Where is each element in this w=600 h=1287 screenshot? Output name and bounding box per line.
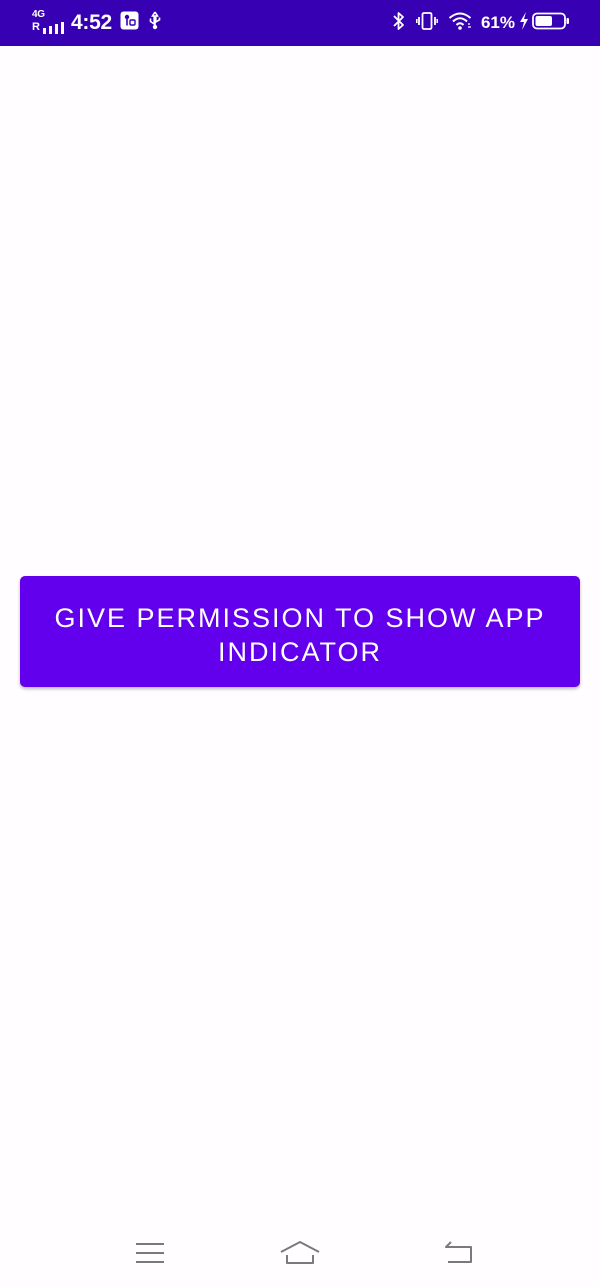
bluetooth-icon xyxy=(392,11,406,36)
status-bar: 4G R 4:52 61% xyxy=(0,0,600,46)
battery-percent: 61% xyxy=(480,13,515,32)
vibrate-icon xyxy=(416,11,438,36)
vpn-key-notification-icon xyxy=(120,11,139,35)
main-content: GIVE PERMISSION TO SHOW APP INDICATOR xyxy=(0,46,600,1231)
status-bar-left: 4G R 4:52 xyxy=(32,0,163,46)
status-bar-right: 61% xyxy=(382,0,570,46)
usb-icon xyxy=(147,11,163,36)
charging-bolt-icon xyxy=(519,11,529,35)
recent-apps-button[interactable] xyxy=(128,1237,172,1269)
back-icon xyxy=(445,1241,472,1263)
signal-bars-icon xyxy=(43,22,64,34)
home-icon xyxy=(280,1241,320,1264)
network-indicator: 4G R xyxy=(32,10,66,36)
menu-lines-icon xyxy=(136,1243,164,1263)
navigation-bar xyxy=(0,1231,600,1287)
battery-icon xyxy=(532,12,570,35)
home-button[interactable] xyxy=(278,1237,322,1269)
battery-level-fill xyxy=(535,15,552,26)
wifi-icon xyxy=(448,12,472,35)
give-permission-button[interactable]: GIVE PERMISSION TO SHOW APP INDICATOR xyxy=(20,576,580,687)
back-button[interactable] xyxy=(436,1237,480,1269)
clock: 4:52 xyxy=(71,11,112,34)
roaming-indicator: R xyxy=(32,21,40,33)
network-type-label: 4G xyxy=(32,9,45,20)
